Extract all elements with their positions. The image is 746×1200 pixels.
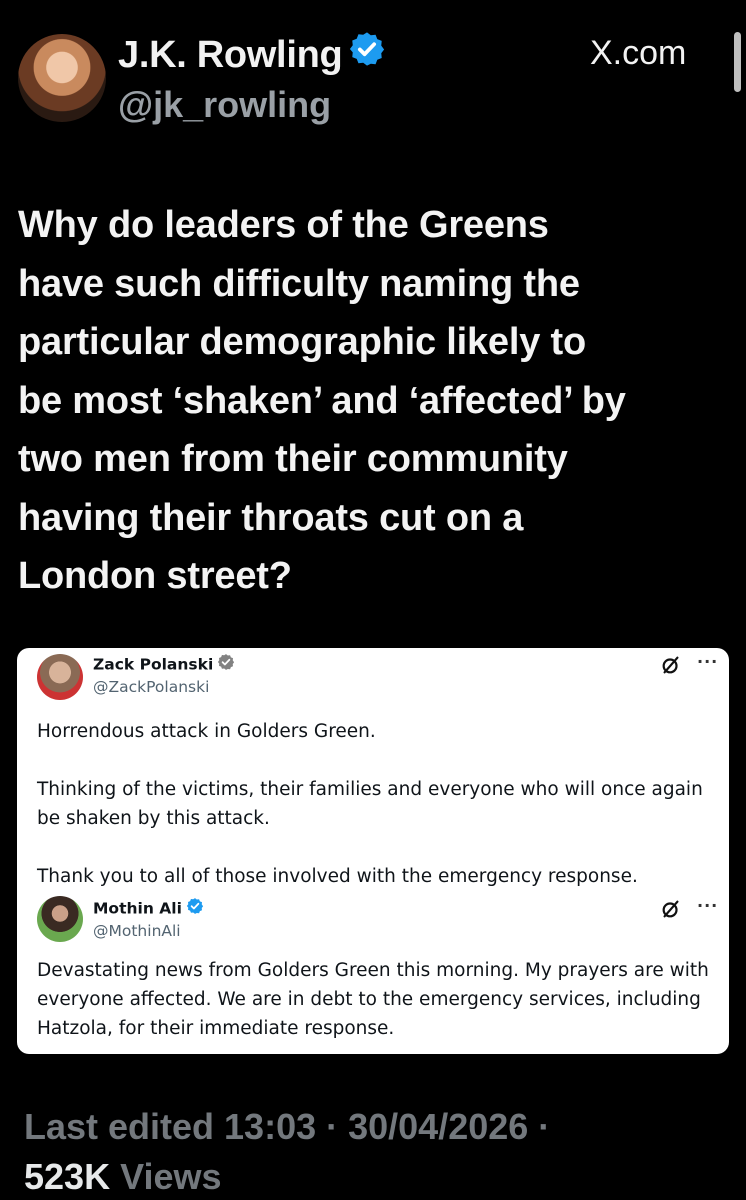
author-avatar[interactable] — [18, 34, 106, 122]
views-count-row[interactable]: 523K Views — [24, 1156, 222, 1198]
author-name-row[interactable]: J.K. Rowling — [118, 30, 386, 81]
quoted-paragraph: Horrendous attack in Golders Green. — [37, 721, 376, 742]
brand-watermark: X.com — [590, 34, 687, 72]
quoted-body: Horrendous attack in Golders Green. Thin… — [37, 717, 717, 891]
tweet-text: Why do leaders of the Greens have such d… — [18, 196, 733, 606]
quoted-name-row: Mothin Ali — [93, 898, 204, 920]
quoted-paragraph: Thank you to all of those involved with … — [37, 866, 638, 887]
tweet-line: two men from their community — [18, 438, 568, 480]
quoted-name-row: Zack Polanski — [93, 654, 235, 676]
quoted-screenshot-card[interactable]: Zack Polanski @ZackPolanski ··· Horrendo… — [17, 648, 729, 1054]
views-label: Views — [120, 1156, 222, 1197]
verified-badge-icon — [348, 30, 386, 78]
edited-timestamp[interactable]: Last edited 13:03 · 30/04/2026 · — [24, 1106, 550, 1148]
more-options-icon: ··· — [697, 652, 719, 671]
tweet-line: have such difficulty naming the — [18, 262, 580, 305]
tweet-header: J.K. Rowling @jk_rowling X.com — [0, 0, 746, 140]
verified-badge-icon — [217, 653, 235, 675]
scrollbar[interactable] — [734, 32, 741, 92]
quoted-handle: @MothinAli — [93, 922, 181, 940]
tweet-line: London street? — [18, 555, 292, 597]
tweet-line: Why do leaders of the Greens — [18, 204, 549, 246]
author-handle[interactable]: @jk_rowling — [118, 84, 331, 126]
quoted-paragraph: Devastating news from Golders Green this… — [37, 960, 709, 1039]
views-count: 523K — [24, 1156, 111, 1197]
author-display-name[interactable]: J.K. Rowling — [118, 34, 343, 76]
quoted-paragraph: Thinking of the victims, their families … — [37, 779, 703, 829]
quoted-avatar — [37, 654, 83, 700]
quoted-handle: @ZackPolanski — [93, 678, 210, 696]
quoted-avatar — [37, 896, 83, 942]
verified-badge-icon — [186, 897, 204, 919]
quoted-display-name: Mothin Ali — [93, 899, 182, 918]
grok-icon — [662, 900, 679, 918]
grok-icon — [662, 656, 679, 674]
tweet-line: be most ‘shaken’ and ‘affected’ by — [18, 379, 626, 422]
more-options-icon: ··· — [697, 896, 719, 915]
quoted-body: Devastating news from Golders Green this… — [37, 956, 717, 1043]
tweet-line: particular demographic likely to — [18, 321, 586, 363]
tweet-line: having their throats cut on a — [18, 496, 524, 539]
quoted-display-name: Zack Polanski — [93, 655, 214, 674]
